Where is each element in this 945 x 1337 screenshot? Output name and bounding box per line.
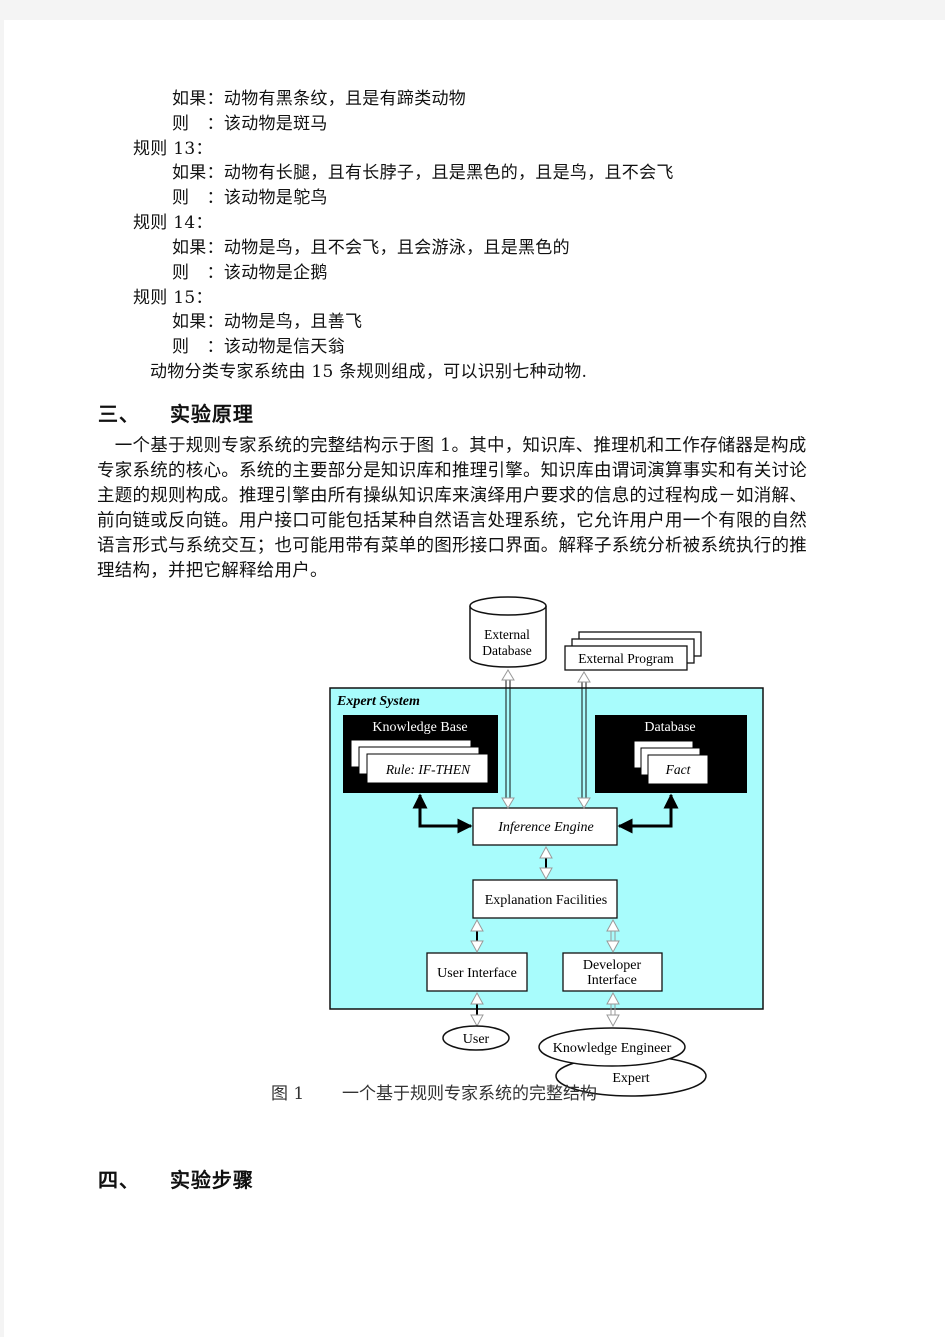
knowledge-engineer-label: Knowledge Engineer — [553, 1041, 672, 1056]
knowledge-base-label: Knowledge Base — [372, 720, 467, 735]
inference-engine-label: Inference Engine — [497, 820, 594, 835]
fact-label: Fact — [665, 762, 692, 777]
user-label: User — [463, 1032, 490, 1047]
external-database-label-2: Database — [482, 643, 531, 658]
section4-heading: 四、 实验步骤 — [98, 1164, 254, 1193]
expert-system-diagram: Expert System External Database External… — [329, 596, 764, 1097]
figure-caption-text: 一个基于规则专家系统的完整结构 — [342, 1084, 597, 1104]
figure-caption-number: 图 1 — [271, 1084, 305, 1104]
expert-label: Expert — [612, 1071, 649, 1086]
database-label: Database — [644, 720, 695, 735]
user-interface-label: User Interface — [437, 966, 517, 981]
developer-interface-label-1: Developer — [583, 958, 642, 973]
explanation-facilities-label: Explanation Facilities — [485, 893, 607, 908]
section4-number: 四、 — [98, 1168, 140, 1192]
external-database-label-1: External — [484, 627, 530, 642]
expert-system-label: Expert System — [336, 694, 420, 709]
section4-title: 实验步骤 — [169, 1168, 254, 1192]
rule-label: Rule: IF-THEN — [385, 762, 471, 777]
developer-interface-label-2: Interface — [587, 973, 637, 988]
external-program-label: External Program — [578, 651, 674, 666]
